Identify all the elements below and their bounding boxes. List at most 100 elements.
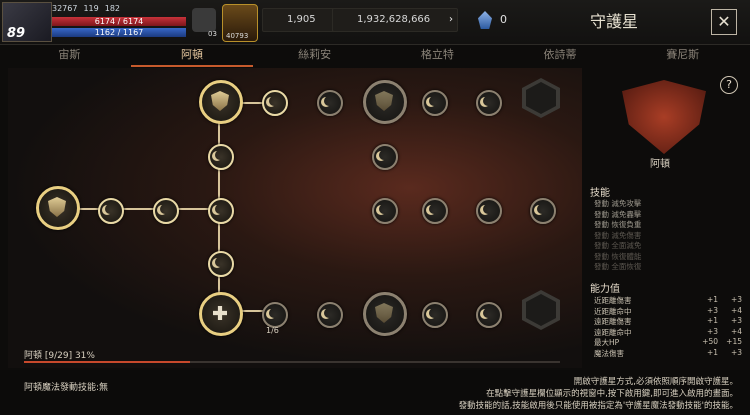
item-count-a: 03 [208,30,217,38]
power-value: 32767 [52,4,78,13]
chevron-right-icon[interactable]: › [449,9,453,31]
footer: 阿頓魔法發動技能:無 開啟守護星方式,必須依照順序開啟守護星。 在點擊守護星欄位… [0,370,750,415]
tab-aton[interactable]: 阿頓 [130,45,254,67]
gold-currency: 1,932,628,666 › [332,8,458,32]
star-node[interactable] [208,144,234,170]
star-node[interactable] [208,198,234,224]
stat-value-b: +3 [730,316,742,325]
stat-row: 近距離命中 +3 +4 [594,306,742,317]
star-node[interactable] [208,251,234,277]
stat-value-a: +3 [706,326,718,336]
star-node-top-gate[interactable] [199,80,243,124]
skills-title: 技能 [590,188,610,199]
top-bar: 89 32767 119 182 6174 / 6174 1162 / 1167… [0,0,750,45]
crystal-icon [478,11,492,29]
star-node[interactable] [372,144,398,170]
stat-row: 近距離傷害 +1 +3 [594,295,742,306]
skill-item: 發動 減免傷害 [594,230,642,240]
help-line: 開啟守護星方式,必須依照順序開啟守護星。 [573,377,738,387]
tab-gelit[interactable]: 格立特 [376,45,499,67]
node-counter: 1/6 [266,326,279,335]
gold-value: 1,932,628,666 [357,14,431,25]
stat-name: 近距離傷害 [594,296,632,305]
star-node-start[interactable] [36,186,80,230]
star-node[interactable] [530,198,556,224]
star-node[interactable] [153,198,179,224]
hp-bar: 6174 / 6174 [52,17,186,26]
stat-value-b: +4 [730,305,742,315]
path-line [58,208,220,210]
info-panel: ? 阿頓 技能 發動 減免攻擊 發動 減免轟擊 發動 恢復負重 發動 減免傷害 發動 全… [586,68,748,368]
star-node[interactable] [372,198,398,224]
window-title: 守護星 [590,12,639,31]
item-count-b: 40793 [226,32,249,40]
stat-value-b: +15 [726,337,742,346]
stat-row: 遠距離命中 +3 +4 [594,327,742,338]
star-node[interactable] [476,90,502,116]
close-button[interactable]: ✕ [711,9,737,35]
star-node[interactable] [476,198,502,224]
constellation-emblem [622,80,706,154]
stat-value-b: +4 [730,326,742,336]
tab-sennis[interactable]: 賽尼斯 [621,45,744,67]
progress-bar [24,361,560,363]
help-line: 在點擊守護星欄位顯示的視窗中,按下啟用鍵,即可進入啟用的畫面。 [486,389,738,399]
star-node[interactable] [476,302,502,328]
star-node[interactable] [422,90,448,116]
stat-name: 遠距離傷害 [594,317,632,326]
stat-value-a: +1 [706,347,718,357]
star-hex-node[interactable] [522,78,560,118]
star-node[interactable] [262,302,288,328]
skill-item: 發動 全面恢復 [594,262,642,271]
stat-b-value: 182 [104,4,121,13]
player-level: 89 [7,26,26,41]
mp-bar: 1162 / 1167 [52,28,186,37]
star-hex-node[interactable] [522,290,560,330]
stat-name: 近距離命中 [594,306,632,316]
star-node[interactable] [98,198,124,224]
avatar[interactable]: 89 [2,2,52,42]
star-node[interactable] [422,302,448,328]
stat-a-value: 119 [83,4,99,13]
skill-item: 發動 恢復負重 [594,220,642,229]
progress-fill [24,361,191,363]
skill-item: 發動 減免轟擊 [594,209,642,219]
stat-row: 遠距離傷害 +1 +3 [594,316,742,327]
stat-value-a: +1 [706,295,718,304]
stat-value-b: +3 [730,347,742,357]
star-board: 1/6 [8,68,582,368]
stat-value-a: +50 [702,337,718,346]
star-node[interactable] [317,302,343,328]
star-node[interactable] [422,198,448,224]
skill-item: 發動 減免攻擊 [594,199,642,208]
skill-item: 發動 全面減免 [594,241,642,250]
stat-value-a: +3 [706,305,718,315]
stat-row: 最大HP +50 +15 [594,337,742,348]
tab-yishidi[interactable]: 依詩蒂 [499,45,622,67]
help-icon[interactable]: ? [720,76,738,94]
progress-label: 阿頓 [9/29] 31% [24,351,95,361]
potion-slot-icon[interactable]: 40793 [222,4,258,42]
magic-skill-text: 阿頓魔法發動技能:無 [24,383,109,393]
star-node[interactable] [363,292,407,336]
stat-value-b: +3 [730,295,742,304]
crystal-value: 0 [500,13,507,26]
constellation-tabs: 宙斯 阿頓 絲莉安 格立特 依詩蒂 賽尼斯 [8,45,744,67]
player-stats: 32767 119 182 [52,4,120,13]
gem-value: 1,905 [287,14,316,25]
help-line: 發動技能的話,技能啟用後只能使用被指定為'守護星魔法發動技能'的技能。 [458,401,738,411]
stat-name: 最大HP [594,338,620,347]
star-node-bottom-gate[interactable] [199,292,243,336]
tab-zeus[interactable]: 宙斯 [8,45,131,67]
emblem-name: 阿頓 [650,159,670,170]
star-node[interactable] [262,90,288,116]
star-node[interactable] [363,80,407,124]
gear-icon[interactable] [192,8,216,32]
tab-silian[interactable]: 絲莉安 [253,45,376,67]
star-node[interactable] [317,90,343,116]
skill-item: 發動 恢復體能 [594,251,642,261]
stat-name: 遠距離命中 [594,327,632,337]
stat-value-a: +1 [706,316,718,325]
stat-name: 魔法傷害 [594,348,624,358]
help-text: 開啟守護星方式,必須依照順序開啟守護星。 在點擊守護星欄位顯示的視窗中,按下啟用… [459,376,738,412]
